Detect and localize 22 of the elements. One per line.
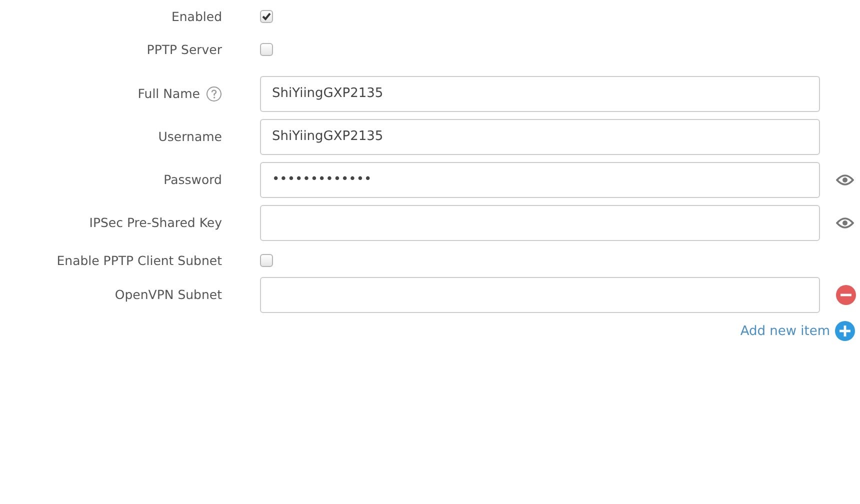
- add-icon[interactable]: [835, 321, 855, 341]
- remove-icon[interactable]: [836, 284, 856, 304]
- input-field[interactable]: [260, 204, 820, 240]
- show-password-icon[interactable]: [836, 216, 854, 228]
- field-label: Enable PPTP Client Subnet: [56, 253, 222, 268]
- checkbox[interactable]: [260, 43, 273, 56]
- checkbox[interactable]: [260, 10, 273, 23]
- add-new-item-link[interactable]: Add new item: [740, 324, 830, 338]
- input-field[interactable]: •••••••••••••: [260, 162, 820, 198]
- show-password-icon[interactable]: [836, 174, 854, 186]
- field-label: Password: [164, 172, 222, 187]
- input-field[interactable]: ShiYiingGXP2135: [260, 118, 820, 154]
- field-label: OpenVPN Subnet: [114, 287, 222, 302]
- field-label: Username: [158, 129, 222, 144]
- field-label: PPTP Server: [146, 42, 222, 57]
- field-label: Full Name: [138, 86, 200, 101]
- input-field[interactable]: ShiYiingGXP2135: [260, 76, 820, 112]
- help-icon[interactable]: [206, 86, 222, 102]
- field-label: IPSec Pre-Shared Key: [89, 215, 222, 230]
- input-field[interactable]: [260, 276, 820, 312]
- checkbox[interactable]: [260, 254, 273, 267]
- field-label: Enabled: [171, 9, 222, 24]
